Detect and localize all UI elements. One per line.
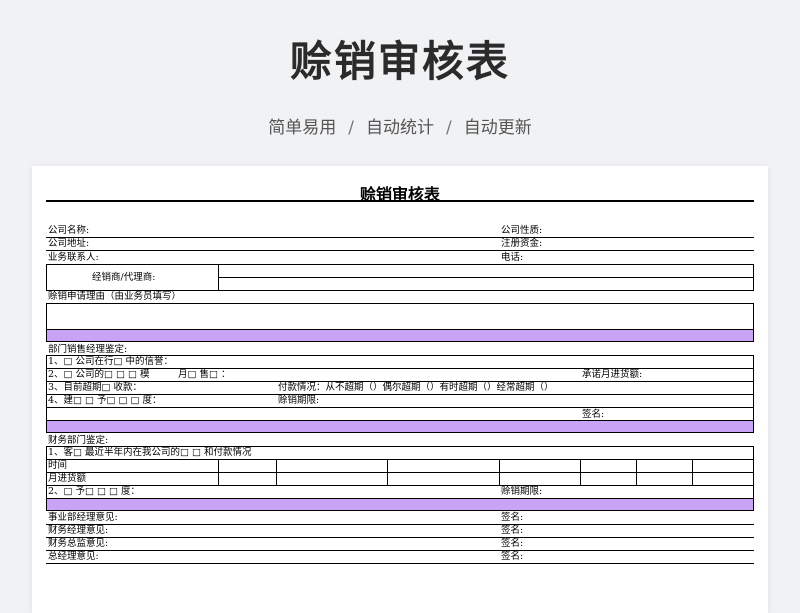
- hero-title: 赊销审核表: [289, 37, 510, 86]
- registered-capital-label: 注册资金:: [501, 238, 543, 249]
- separator: /: [446, 118, 452, 138]
- fin-item2: 2、□ 予□ □ □ 度：: [48, 486, 141, 497]
- signature-label: 签名:: [501, 525, 524, 536]
- fin-time-label: 时间: [48, 460, 68, 471]
- rule: [46, 264, 754, 265]
- rule: [46, 459, 754, 460]
- sm-item4-term: 赊销期限:: [278, 395, 320, 406]
- rule: [753, 355, 754, 420]
- rule: [46, 524, 754, 525]
- signature-label: 签名:: [501, 538, 524, 549]
- sales-bar: [46, 420, 754, 433]
- rule: [46, 303, 47, 329]
- rule: [46, 250, 754, 251]
- sm-item4: 4、建□ □ 予□ □ □ 度：: [48, 395, 162, 406]
- sm-item3-payment: 付款情况：从不超期（）偶尔超期（）有时超期（）经常超期（）: [278, 382, 554, 393]
- rule: [46, 303, 754, 304]
- credit-reason-label: 赊销申请理由（由业务员填写）: [48, 291, 182, 302]
- rule: [46, 355, 47, 420]
- fin-monthly-label: 月进货额: [48, 473, 87, 484]
- grid-col: [580, 459, 581, 485]
- separator: /: [348, 118, 354, 138]
- rule: [46, 550, 754, 551]
- rule: [46, 368, 754, 369]
- rule: [46, 472, 754, 473]
- rule: [46, 563, 754, 564]
- phone-label: 电话:: [501, 252, 524, 263]
- title-underline: [46, 200, 754, 202]
- grid-col: [218, 459, 219, 485]
- sm-item1: 1、□ 公司在行□ 中的信誉：: [48, 356, 174, 367]
- grid-col: [636, 459, 637, 485]
- tag-auto-update: 自动更新: [463, 118, 532, 138]
- grid-col: [276, 459, 277, 485]
- company-nature-label: 公司性质:: [501, 225, 543, 236]
- finance-director-label: 财务总监意见:: [48, 538, 109, 549]
- finance-label: 财务部门鉴定:: [48, 435, 109, 446]
- rule: [218, 277, 754, 278]
- form-card: 赊销审核表 公司名称: 公司性质: 公司地址: 注册资金: 业务联系人: 电话:…: [32, 166, 768, 613]
- sm-item2: 2、□ 公司的□ □ □ 模: [48, 369, 150, 380]
- signature-label: 签名:: [501, 551, 524, 562]
- sales-manager-label: 部门销售经理鉴定:: [48, 344, 128, 355]
- fin-item1: 1、客□ 最近半年内在我公司的□ □ 和付款情况: [48, 447, 252, 458]
- sm-item3: 3、目前超期□ 收款：: [48, 382, 143, 393]
- general-manager-label: 总经理意见:: [48, 551, 99, 562]
- reason-bar: [46, 329, 754, 342]
- rule: [46, 537, 754, 538]
- company-name-label: 公司名称:: [48, 225, 90, 236]
- rule: [753, 303, 754, 329]
- grid-col: [387, 459, 388, 485]
- signature-label: 签名:: [501, 512, 524, 523]
- finance-bar: [46, 498, 754, 511]
- rule: [46, 407, 754, 408]
- company-address-label: 公司地址:: [48, 238, 90, 249]
- business-contact-label: 业务联系人:: [48, 252, 99, 263]
- finance-manager-label: 财务经理意见:: [48, 525, 109, 536]
- sm-item2-commit: 承诺月进货额:: [582, 369, 643, 380]
- sm-item2-month: 月□ 售□ ：: [178, 369, 231, 380]
- fin-term: 赊销期限:: [501, 486, 543, 497]
- sm-signature: 签名:: [582, 409, 605, 420]
- grid-col: [692, 459, 693, 485]
- rule: [46, 237, 754, 238]
- hero-subtitle: 简单易用 / 自动统计 / 自动更新: [0, 113, 800, 138]
- tag-auto-stat: 自动统计: [366, 118, 434, 138]
- rule: [46, 264, 47, 291]
- rule: [46, 485, 754, 486]
- grid-col: [499, 459, 500, 485]
- division-manager-label: 事业部经理意见:: [48, 512, 118, 523]
- distributor-label: 经销商/代理商:: [92, 272, 156, 283]
- tag-easy: 简单易用: [268, 118, 337, 138]
